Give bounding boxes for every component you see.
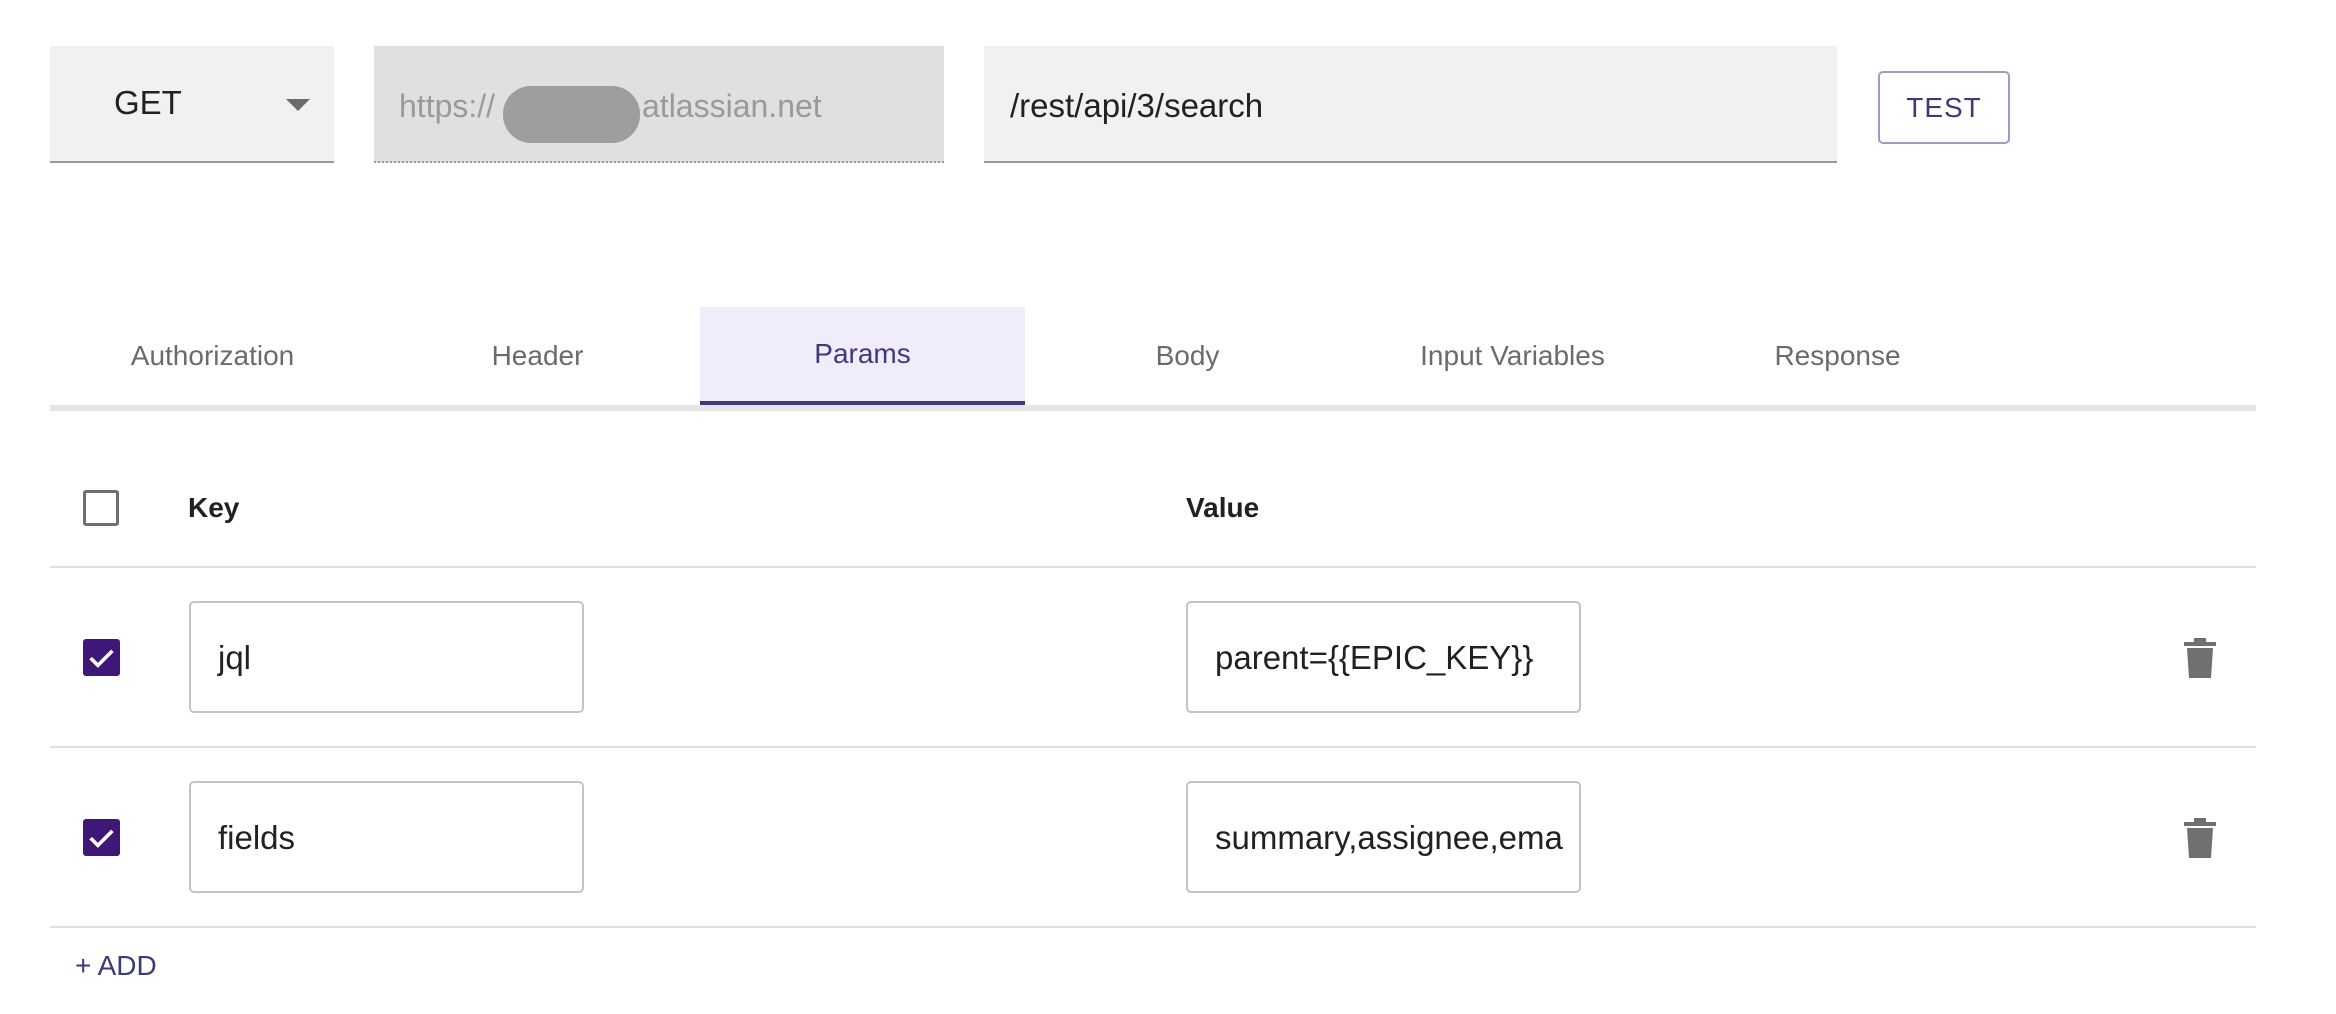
caret-down-icon [286, 99, 310, 111]
path-input[interactable]: /rest/api/3/search [984, 46, 1837, 163]
method-value: GET [114, 84, 182, 121]
param-value-value: summary,assignee,ema [1215, 819, 1563, 856]
tab-bar: Authorization Header Params Body Input V… [50, 307, 2256, 411]
row-divider [50, 746, 2256, 748]
param-value-input[interactable]: summary,assignee,ema [1186, 781, 1581, 893]
param-value-value: parent={{EPIC_KEY}} [1215, 639, 1534, 676]
tab-response[interactable]: Response [1675, 307, 2000, 405]
column-header-key: Key [188, 492, 240, 523]
method-select[interactable]: GET [50, 46, 334, 163]
path-value: /rest/api/3/search [1010, 87, 1264, 124]
check-icon [89, 649, 114, 668]
param-key-value: jql [218, 639, 252, 676]
param-key-input[interactable]: fields [189, 781, 584, 893]
tab-input-variables[interactable]: Input Variables [1350, 307, 1675, 405]
base-url-prefix: https:// [399, 88, 496, 124]
test-button[interactable]: TEST [1878, 71, 2010, 144]
trash-icon[interactable] [2184, 638, 2216, 678]
tab-params[interactable]: Params [700, 307, 1025, 405]
add-param-button[interactable]: + ADD [75, 950, 157, 982]
tab-body[interactable]: Body [1025, 307, 1350, 405]
param-value-input[interactable]: parent={{EPIC_KEY}} [1186, 601, 1581, 713]
row-divider [50, 926, 2256, 928]
column-header-value: Value [1186, 492, 1260, 523]
row-checkbox[interactable] [83, 639, 120, 676]
tab-header[interactable]: Header [375, 307, 700, 405]
header-divider [50, 566, 2256, 568]
param-key-value: fields [218, 819, 296, 856]
tab-authorization[interactable]: Authorization [50, 307, 375, 405]
api-request-editor: GET https:// atlassian.net /rest/api/3/s… [0, 0, 2336, 1014]
tab-bar-divider [50, 405, 2256, 411]
base-url-field: https:// atlassian.net [374, 46, 944, 163]
base-url-suffix: atlassian.net [642, 88, 822, 124]
check-icon [89, 829, 114, 848]
trash-icon[interactable] [2184, 818, 2216, 858]
redacted-subdomain [503, 86, 640, 143]
param-key-input[interactable]: jql [189, 601, 584, 713]
select-all-checkbox[interactable] [83, 490, 119, 526]
row-checkbox[interactable] [83, 819, 120, 856]
